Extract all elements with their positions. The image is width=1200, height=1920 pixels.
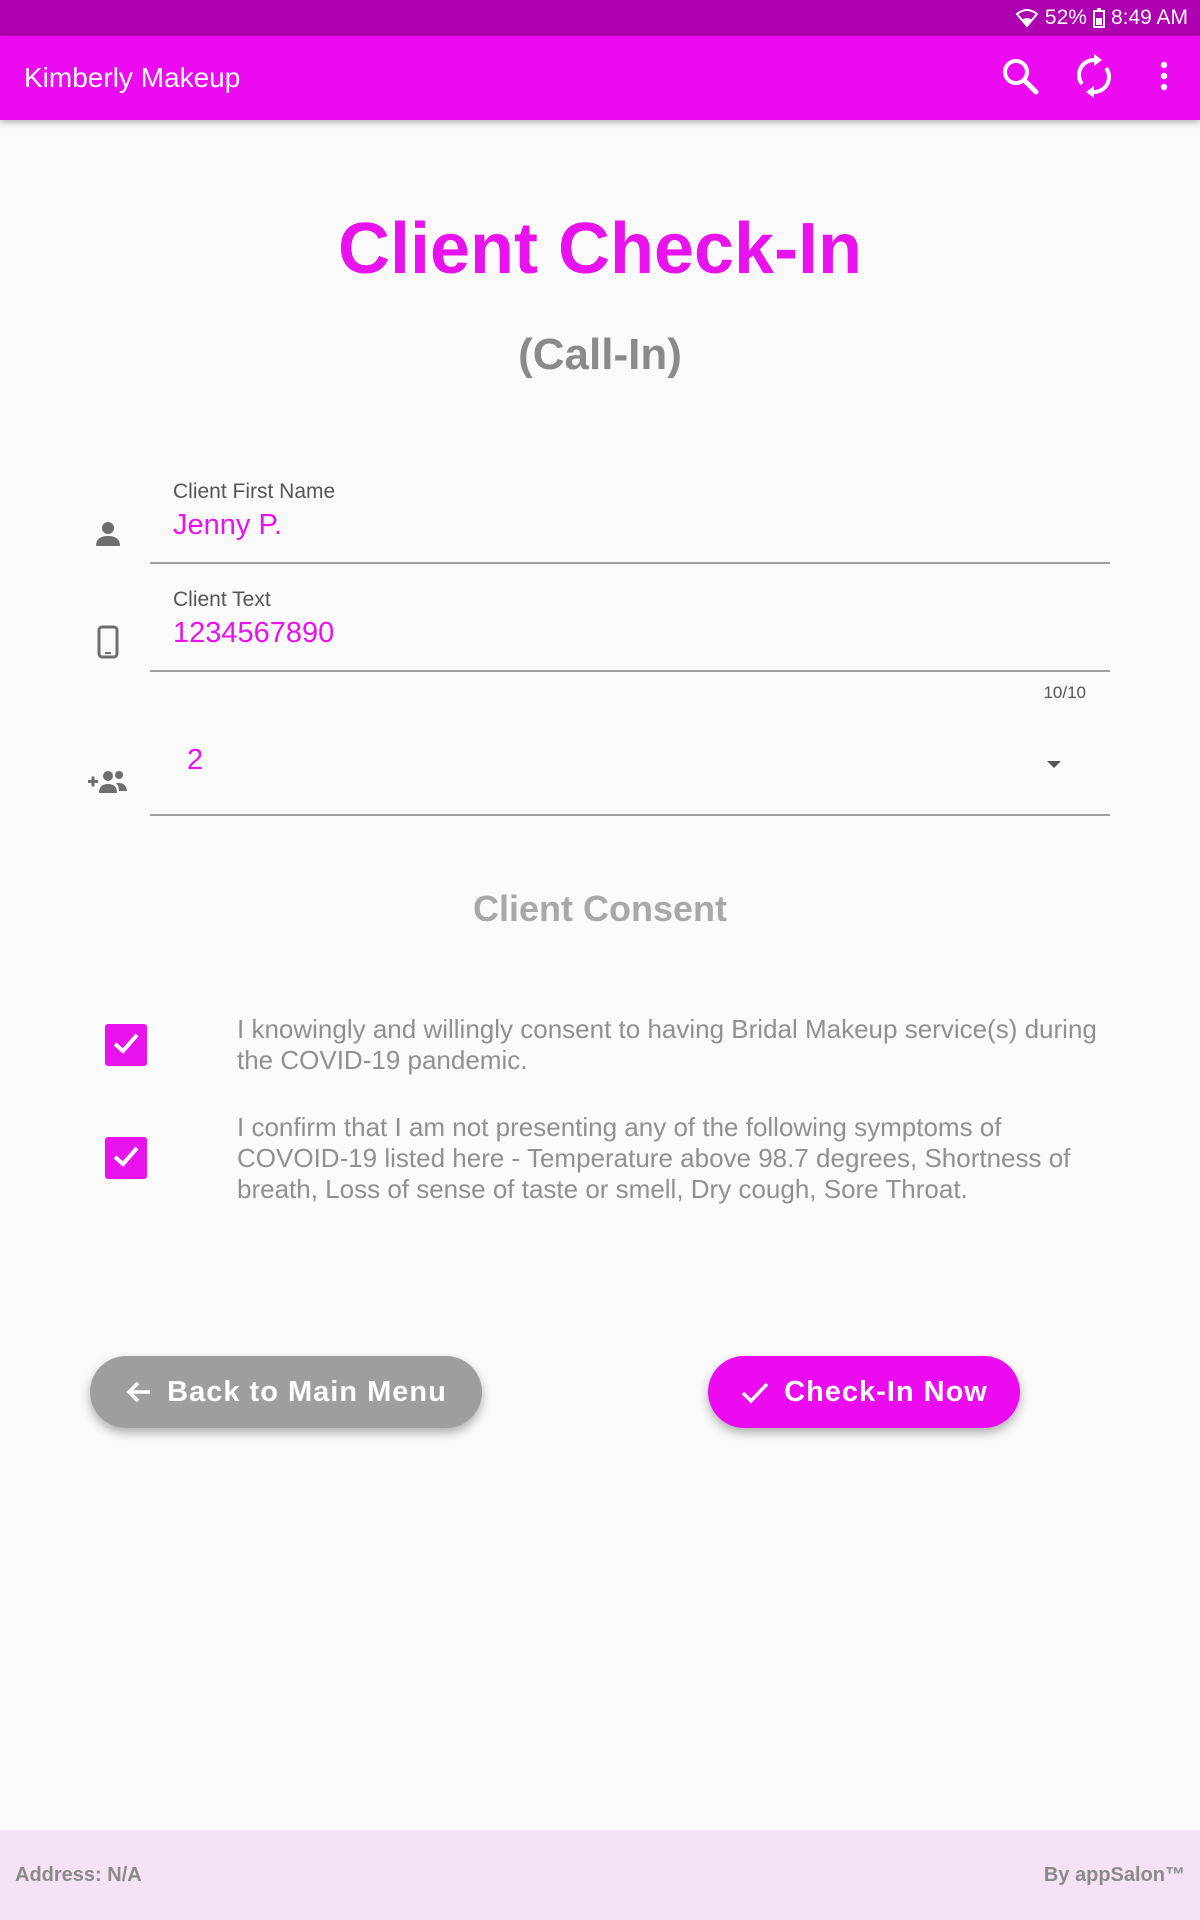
- search-icon: [1000, 56, 1040, 101]
- search-button[interactable]: [990, 48, 1050, 108]
- phone-char-counter: 10/10: [1043, 683, 1086, 702]
- app-bar: Kimberly Makeup: [0, 36, 1200, 120]
- consent-text-2: I confirm that I am not presenting any o…: [237, 1112, 1071, 1204]
- app-screen: 52% 8:49 AM Kimberly Makeup Client Check…: [0, 0, 1200, 1920]
- footer: Address: N/A By appSalon™: [0, 1830, 1200, 1920]
- status-bar: 52% 8:49 AM: [0, 0, 1200, 36]
- consent-checkbox-1[interactable]: [105, 1024, 147, 1066]
- refresh-button[interactable]: [1064, 48, 1124, 108]
- consent-text-1: I knowingly and willingly consent to hav…: [237, 1014, 1097, 1075]
- dropdown-arrow-icon[interactable]: [1042, 752, 1066, 776]
- party-size-select[interactable]: 2: [187, 744, 203, 777]
- refresh-icon: [1074, 53, 1114, 103]
- check-in-button-label: Check-In Now: [784, 1375, 988, 1408]
- consent-checkbox-2[interactable]: [105, 1137, 147, 1179]
- phone-icon: [88, 622, 128, 662]
- app-title: Kimberly Makeup: [24, 62, 241, 93]
- back-button-label: Back to Main Menu: [167, 1375, 447, 1408]
- clock: 8:49 AM: [1110, 6, 1188, 29]
- page-subtitle: (Call-In): [518, 330, 682, 379]
- wifi-icon: [1015, 8, 1039, 28]
- group-add-icon: [88, 762, 128, 802]
- check-icon: [110, 1027, 142, 1064]
- check-in-now-button[interactable]: Check-In Now: [708, 1356, 1020, 1428]
- phone-input[interactable]: 1234567890: [173, 617, 334, 650]
- back-to-main-menu-button[interactable]: Back to Main Menu: [90, 1356, 482, 1428]
- overflow-menu-button[interactable]: [1134, 48, 1194, 108]
- page-title: Client Check-In: [337, 209, 863, 289]
- battery-icon: [1092, 8, 1105, 28]
- party-size-underline: [150, 814, 1110, 816]
- first-name-underline: [150, 562, 1110, 564]
- first-name-label: Client First Name: [173, 480, 336, 503]
- person-icon: [88, 514, 128, 554]
- check-icon: [110, 1140, 142, 1177]
- phone-label: Client Text: [173, 588, 271, 611]
- battery-percent: 52%: [1044, 6, 1087, 29]
- more-vert-icon: [1159, 61, 1169, 96]
- footer-address: Address: N/A: [15, 1864, 142, 1886]
- consent-section-title: Client Consent: [472, 888, 727, 929]
- phone-underline: [150, 670, 1110, 672]
- arrow-back-icon: [125, 1378, 153, 1406]
- footer-brand: By appSalon™: [1043, 1864, 1185, 1886]
- check-icon: [740, 1378, 770, 1406]
- first-name-input[interactable]: Jenny P.: [173, 509, 282, 542]
